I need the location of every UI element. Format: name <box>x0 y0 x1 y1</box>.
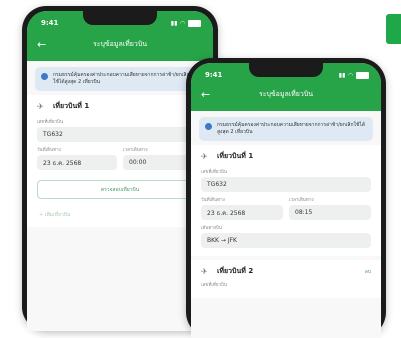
wifi-icon: ◠ <box>180 19 185 27</box>
status-bar: 9:41 ▮▮ ◠ <box>205 70 369 80</box>
page-title: ระบุข้อมูลเที่ยวบิน <box>92 40 148 48</box>
status-icons: ▮▮ ◠ <box>338 71 369 79</box>
nav-row: ← ระบุข้อมูลเที่ยวบิน <box>201 88 371 101</box>
leg-title-row: ✈ เที่ยวบินที่ 1 <box>37 101 203 112</box>
status-time: 9:41 <box>41 19 59 27</box>
info-icon <box>205 123 212 130</box>
info-text: กรมธรรม์คุ้มครองค่าประกอบความเสียหายจากก… <box>53 72 190 85</box>
time-label: เวลาเดินทาง <box>289 198 314 203</box>
plane-ticket-icon: ✈ <box>201 267 208 276</box>
arrow-left-icon[interactable]: ← <box>37 38 51 51</box>
route-field[interactable]: BKK → JFK <box>201 233 371 248</box>
date-time-row: วันที่เดินทาง 23 ธ.ค. 2568 เวลาเดินทาง 0… <box>37 142 203 170</box>
signal-icon: ▮▮ <box>170 19 178 27</box>
status-icons: ▮▮ ◠ <box>170 19 201 27</box>
info-banner: กรมธรรม์คุ้มครองค่าประกอบความเสียหายจากก… <box>35 67 205 91</box>
check-flight-button[interactable]: ตรวจสอบเที่ยวบิน <box>37 180 203 199</box>
phone-front: 9:41 ▮▮ ◠ ← ระบุข้อมูลเที่ยวบิน กรมธรรม์… <box>186 58 386 338</box>
info-text: กรมธรรม์คุ้มครองค่าประกอบความเสียหายจากก… <box>217 122 366 135</box>
plane-ticket-icon: ✈ <box>201 152 208 161</box>
info-banner: กรมธรรม์คุ้มครองค่าประกอบความเสียหายจากก… <box>199 117 373 141</box>
app-header: 9:41 ▮▮ ◠ ← ระบุข้อมูลเที่ยวบิน <box>191 63 381 111</box>
route-label: เส้นทางบิน <box>201 226 222 231</box>
flight-leg-card: ✈ เที่ยวบินที่ 1 เลขที่เที่ยวบิน TG632 ว… <box>191 145 381 256</box>
status-bar: 9:41 ▮▮ ◠ <box>41 18 201 28</box>
flight-number-field[interactable]: TG632 <box>201 177 371 192</box>
battery-icon <box>356 71 369 79</box>
flight-number-label: เลขที่เที่ยวบิน <box>201 170 227 175</box>
battery-icon <box>188 19 201 27</box>
leg-title: เที่ยวบินที่ 1 <box>53 102 90 110</box>
date-col: วันที่เดินทาง 23 ธ.ค. 2568 <box>37 142 117 170</box>
time-col: เวลาเดินทาง 08:15 <box>289 192 371 220</box>
signal-icon: ▮▮ <box>338 71 346 79</box>
leg-title-row: ✈ เที่ยวบินที่ 1 <box>201 151 371 162</box>
add-flight-link[interactable]: + เพิ่มเที่ยวบิน <box>39 211 203 219</box>
leg2-title: เที่ยวบินที่ 2 <box>217 267 254 275</box>
info-icon <box>41 73 48 80</box>
flight-leg-card-2: ✈ เที่ยวบินที่ 2 ลบ เลขที่เที่ยวบิน <box>191 260 381 298</box>
leg2-title-row: ✈ เที่ยวบินที่ 2 ลบ <box>201 266 371 277</box>
date-field[interactable]: 23 ธ.ค. 2568 <box>201 205 283 220</box>
wifi-icon: ◠ <box>348 71 353 79</box>
flight-number-label: เลขที่เที่ยวบิน <box>37 120 63 125</box>
date-field[interactable]: 23 ธ.ค. 2568 <box>37 155 117 170</box>
arrow-left-icon[interactable]: ← <box>201 88 215 101</box>
remove-leg-button[interactable]: ลบ <box>365 268 371 276</box>
leg-title: เที่ยวบินที่ 1 <box>217 152 254 160</box>
date-col: วันที่เดินทาง 23 ธ.ค. 2568 <box>201 192 283 220</box>
status-time: 9:41 <box>205 71 223 79</box>
corner-accent <box>386 14 401 44</box>
phone-front-screen: 9:41 ▮▮ ◠ ← ระบุข้อมูลเที่ยวบิน กรมธรรม์… <box>191 63 381 338</box>
flight-number-field[interactable]: TG632 <box>37 127 203 142</box>
date-time-row: วันที่เดินทาง 23 ธ.ค. 2568 เวลาเดินทาง 0… <box>201 192 371 220</box>
leg2-flight-number-label: เลขที่เที่ยวบิน <box>201 283 227 288</box>
plane-ticket-icon: ✈ <box>37 102 44 111</box>
time-field[interactable]: 08:15 <box>289 205 371 220</box>
date-label: วันที่เดินทาง <box>37 148 61 153</box>
date-label: วันที่เดินทาง <box>201 198 225 203</box>
nav-row: ← ระบุข้อมูลเที่ยวบิน <box>37 38 203 51</box>
app-header: 9:41 ▮▮ ◠ ← ระบุข้อมูลเที่ยวบิน <box>27 11 213 61</box>
page-title: ระบุข้อมูลเที่ยวบิน <box>258 90 314 98</box>
